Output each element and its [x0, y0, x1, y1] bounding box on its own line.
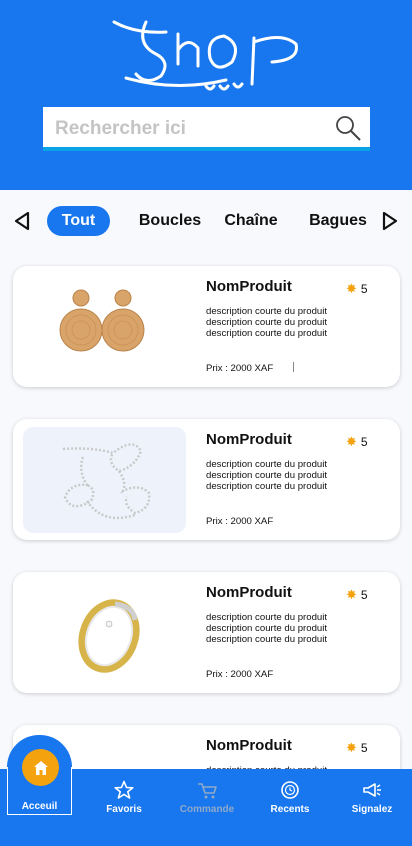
- clock-icon: [281, 781, 299, 799]
- cart-icon: [198, 783, 217, 799]
- product-description: description courte du produit descriptio…: [206, 459, 328, 492]
- star-icon: ✸: [346, 587, 357, 602]
- search-input[interactable]: [55, 115, 325, 143]
- search-icon[interactable]: [334, 114, 362, 142]
- tab-tout[interactable]: Tout: [47, 206, 110, 236]
- star-icon: ✸: [346, 281, 357, 296]
- nav-home-button[interactable]: [22, 749, 59, 786]
- product-name: NomProduit: [206, 278, 292, 295]
- product-description: description courte du produit descriptio…: [206, 612, 328, 645]
- product-name: NomProduit: [206, 584, 292, 601]
- nav-recents[interactable]: Recents: [255, 780, 325, 815]
- product-name: NomProduit: [206, 431, 292, 448]
- product-price: Prix : 2000 XAF: [206, 363, 274, 374]
- star-icon: ✸: [346, 434, 357, 449]
- search-bar: [43, 107, 370, 151]
- star-icon: [114, 780, 134, 799]
- divider: [293, 362, 294, 372]
- header: [0, 0, 412, 190]
- product-rating: ✸ 5: [346, 281, 368, 296]
- product-rating: ✸ 5: [346, 740, 368, 755]
- necklace-image: [23, 427, 186, 533]
- product-card[interactable]: NomProduit ✸ 5 description courte du pro…: [13, 419, 400, 540]
- nav-favoris[interactable]: Favoris: [89, 780, 159, 815]
- home-icon: [33, 760, 48, 775]
- nav-commande[interactable]: Commande: [172, 780, 242, 815]
- tab-bagues[interactable]: Bagues: [304, 206, 372, 236]
- product-rating: ✸ 5: [346, 434, 368, 449]
- product-rating: ✸ 5: [346, 587, 368, 602]
- chevron-right-icon[interactable]: [380, 210, 400, 232]
- product-card[interactable]: NomProduit ✸ 5 description courte du pro…: [13, 266, 400, 387]
- earrings-image: [23, 274, 186, 380]
- product-description: description courte du produit descriptio…: [206, 306, 328, 339]
- nav-signalez[interactable]: Signalez: [337, 780, 407, 815]
- product-price: Prix : 2000 XAF: [206, 516, 274, 527]
- category-tabs: Tout Boucles Chaîne Bagues: [0, 198, 412, 244]
- shop-logo: [112, 20, 298, 91]
- product-price: Prix : 2000 XAF: [206, 669, 274, 680]
- star-icon: ✸: [346, 740, 357, 755]
- megaphone-icon: [363, 783, 381, 797]
- tab-chaine[interactable]: Chaîne: [220, 206, 282, 236]
- chevron-left-icon[interactable]: [12, 210, 32, 232]
- ring-image: [23, 580, 186, 686]
- nav-acceuil[interactable]: Acceuil: [7, 801, 72, 812]
- product-card[interactable]: NomProduit ✸ 5 description courte du pro…: [13, 572, 400, 693]
- product-name: NomProduit: [206, 737, 292, 754]
- tab-boucles[interactable]: Boucles: [134, 206, 206, 236]
